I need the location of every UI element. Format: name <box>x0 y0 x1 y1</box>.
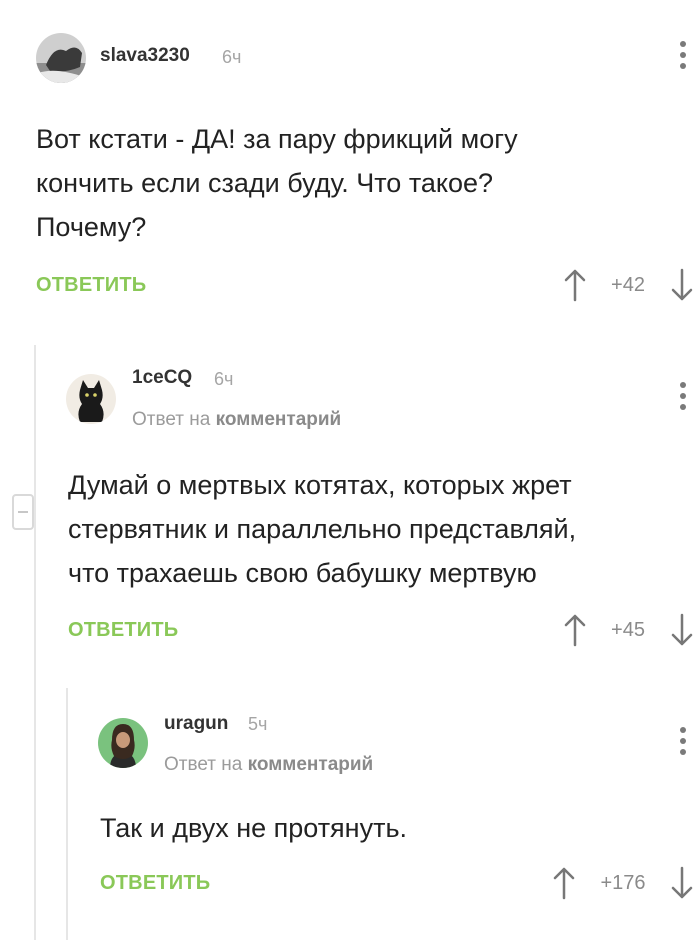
reply-button[interactable]: ОТВЕТИТЬ <box>68 619 178 642</box>
reply-to-link: Ответ на комментарий <box>164 754 373 776</box>
bearded-man-avatar-icon <box>98 718 148 768</box>
comment-text: Вот кстати - ДА! за пару фрикций могу ко… <box>36 124 518 242</box>
username[interactable]: uragun <box>164 713 228 735</box>
comment-time: 6ч <box>222 47 242 67</box>
more-vertical-icon[interactable] <box>678 727 688 757</box>
comment-time: 5ч <box>248 714 268 734</box>
reply-to-prefix: Ответ на <box>164 754 243 775</box>
cat-photo-avatar-icon <box>36 33 86 83</box>
comment-time: 6ч <box>214 369 234 389</box>
reply-to-comment-link[interactable]: комментарий <box>216 409 342 430</box>
rating-value: +45 <box>611 619 645 641</box>
black-kitten-avatar-icon <box>66 374 116 424</box>
comment-text: Так и двух не протянуть. <box>100 813 408 843</box>
avatar[interactable] <box>66 374 116 424</box>
reply-to-comment-link[interactable]: комментарий <box>248 754 374 775</box>
more-vertical-icon[interactable] <box>678 382 688 412</box>
arrow-up-icon[interactable] <box>552 866 576 900</box>
avatar[interactable] <box>36 33 86 83</box>
username[interactable]: 1ceCQ <box>132 367 192 389</box>
collapse-thread-button[interactable] <box>12 494 34 530</box>
arrow-up-icon[interactable] <box>563 613 587 647</box>
arrow-down-icon[interactable] <box>670 866 694 900</box>
thread-line-level-1 <box>34 345 36 940</box>
arrow-down-icon[interactable] <box>670 268 694 302</box>
arrow-up-icon[interactable] <box>563 268 587 302</box>
reply-button[interactable]: ОТВЕТИТЬ <box>100 872 210 895</box>
reply-to-prefix: Ответ на <box>132 409 211 430</box>
thread-line-level-2 <box>66 688 68 940</box>
arrow-down-icon[interactable] <box>670 613 694 647</box>
reply-button[interactable]: ОТВЕТИТЬ <box>36 274 146 297</box>
rating-value: +42 <box>611 274 645 296</box>
more-vertical-icon[interactable] <box>678 41 688 71</box>
reply-to-link: Ответ на комментарий <box>132 409 341 431</box>
comment-text: Думай о мертвых котятах, которых жрет ст… <box>68 470 577 588</box>
username[interactable]: slava3230 <box>100 45 190 67</box>
avatar[interactable] <box>98 718 148 768</box>
rating-value: +176 <box>600 872 646 894</box>
